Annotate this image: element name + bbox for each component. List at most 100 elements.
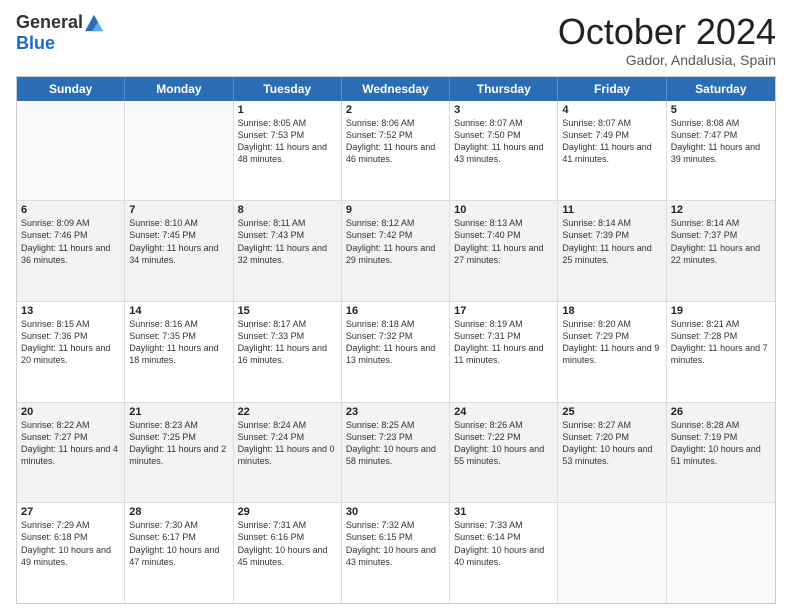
day-number: 18 xyxy=(562,305,661,317)
day-number: 2 xyxy=(346,104,445,116)
table-row: 29 Sunrise: 7:31 AMSunset: 6:16 PMDayligh… xyxy=(234,503,342,603)
page: General Blue October 2024 Gador, Andalus… xyxy=(0,0,792,612)
calendar: Sunday Monday Tuesday Wednesday Thursday… xyxy=(16,76,776,604)
day-number: 14 xyxy=(129,305,228,317)
cell-info: Sunrise: 8:15 AMSunset: 7:36 PMDaylight:… xyxy=(21,319,110,365)
day-number: 24 xyxy=(454,406,553,418)
table-row: 28 Sunrise: 7:30 AMSunset: 6:17 PMDayligh… xyxy=(125,503,233,603)
cell-info: Sunrise: 8:24 AMSunset: 7:24 PMDaylight:… xyxy=(238,420,335,466)
table-row: 1 Sunrise: 8:05 AMSunset: 7:53 PMDaylight… xyxy=(234,101,342,201)
day-number: 3 xyxy=(454,104,553,116)
table-row: 7 Sunrise: 8:10 AMSunset: 7:45 PMDaylight… xyxy=(125,201,233,301)
calendar-row: 20Sunrise: 8:22 AMSunset: 7:27 PMDayligh… xyxy=(17,402,775,503)
table-row: 22 Sunrise: 8:24 AMSunset: 7:24 PMDayligh… xyxy=(234,403,342,503)
day-number: 7 xyxy=(129,204,228,216)
table-row: 9 Sunrise: 8:12 AMSunset: 7:42 PMDaylight… xyxy=(342,201,450,301)
calendar-row: 1 Sunrise: 8:05 AMSunset: 7:53 PMDaylight… xyxy=(17,101,775,201)
cell-info: Sunrise: 7:30 AMSunset: 6:17 PMDaylight:… xyxy=(129,520,219,566)
table-row: 6Sunrise: 8:09 AMSunset: 7:46 PMDaylight… xyxy=(17,201,125,301)
cell-info: Sunrise: 8:12 AMSunset: 7:42 PMDaylight:… xyxy=(346,218,435,264)
calendar-row: 13 Sunrise: 8:15 AMSunset: 7:36 PMDayligh… xyxy=(17,301,775,402)
title-area: October 2024 Gador, Andalusia, Spain xyxy=(558,12,776,68)
cell-info: Sunrise: 8:22 AMSunset: 7:27 PMDaylight:… xyxy=(21,420,118,466)
cell-info: Sunrise: 8:26 AMSunset: 7:22 PMDaylight:… xyxy=(454,420,544,466)
day-number: 6 xyxy=(21,204,120,216)
header-saturday: Saturday xyxy=(667,77,775,101)
day-number: 13 xyxy=(21,305,120,317)
cell-info: Sunrise: 8:05 AMSunset: 7:53 PMDaylight:… xyxy=(238,118,327,164)
day-number: 15 xyxy=(238,305,337,317)
day-number: 17 xyxy=(454,305,553,317)
day-number: 31 xyxy=(454,506,553,518)
day-number: 28 xyxy=(129,506,228,518)
table-row: 14 Sunrise: 8:16 AMSunset: 7:35 PMDayligh… xyxy=(125,302,233,402)
cell-info: Sunrise: 8:10 AMSunset: 7:45 PMDaylight:… xyxy=(129,218,218,264)
day-number: 22 xyxy=(238,406,337,418)
cell-info: Sunrise: 7:32 AMSunset: 6:15 PMDaylight:… xyxy=(346,520,436,566)
logo-blue-text: Blue xyxy=(16,33,55,54)
table-row: 8 Sunrise: 8:11 AMSunset: 7:43 PMDaylight… xyxy=(234,201,342,301)
table-row: 2 Sunrise: 8:06 AMSunset: 7:52 PMDaylight… xyxy=(342,101,450,201)
table-row: 30Sunrise: 7:32 AMSunset: 6:15 PMDayligh… xyxy=(342,503,450,603)
day-number: 25 xyxy=(562,406,661,418)
table-row: 3 Sunrise: 8:07 AMSunset: 7:50 PMDaylight… xyxy=(450,101,558,201)
cell-info: Sunrise: 8:07 AMSunset: 7:49 PMDaylight:… xyxy=(562,118,651,164)
table-row: 20Sunrise: 8:22 AMSunset: 7:27 PMDayligh… xyxy=(17,403,125,503)
cell-info: Sunrise: 8:07 AMSunset: 7:50 PMDaylight:… xyxy=(454,118,543,164)
day-number: 12 xyxy=(671,204,771,216)
day-number: 19 xyxy=(671,305,771,317)
day-number: 26 xyxy=(671,406,771,418)
cell-info: Sunrise: 8:21 AMSunset: 7:28 PMDaylight:… xyxy=(671,319,768,365)
table-row: 16 Sunrise: 8:18 AMSunset: 7:32 PMDayligh… xyxy=(342,302,450,402)
header-friday: Friday xyxy=(558,77,666,101)
cell-info: Sunrise: 8:14 AMSunset: 7:39 PMDaylight:… xyxy=(562,218,651,264)
header-thursday: Thursday xyxy=(450,77,558,101)
cell-info: Sunrise: 8:20 AMSunset: 7:29 PMDaylight:… xyxy=(562,319,659,365)
day-number: 4 xyxy=(562,104,661,116)
calendar-row: 27Sunrise: 7:29 AMSunset: 6:18 PMDayligh… xyxy=(17,502,775,603)
table-row: 5Sunrise: 8:08 AMSunset: 7:47 PMDaylight… xyxy=(667,101,775,201)
cell-info: Sunrise: 8:25 AMSunset: 7:23 PMDaylight:… xyxy=(346,420,436,466)
cell-info: Sunrise: 8:18 AMSunset: 7:32 PMDaylight:… xyxy=(346,319,435,365)
table-row: 21Sunrise: 8:23 AMSunset: 7:25 PMDayligh… xyxy=(125,403,233,503)
table-row: 15 Sunrise: 8:17 AMSunset: 7:33 PMDayligh… xyxy=(234,302,342,402)
cell-info: Sunrise: 8:19 AMSunset: 7:31 PMDaylight:… xyxy=(454,319,543,365)
logo-general-text: General xyxy=(16,12,83,33)
day-number: 29 xyxy=(238,506,337,518)
day-number: 27 xyxy=(21,506,120,518)
header: General Blue October 2024 Gador, Andalus… xyxy=(16,12,776,68)
table-row: 12Sunrise: 8:14 AMSunset: 7:37 PMDayligh… xyxy=(667,201,775,301)
table-row: 10Sunrise: 8:13 AMSunset: 7:40 PMDayligh… xyxy=(450,201,558,301)
cell-info: Sunrise: 7:31 AMSunset: 6:16 PMDaylight:… xyxy=(238,520,328,566)
table-row: 11Sunrise: 8:14 AMSunset: 7:39 PMDayligh… xyxy=(558,201,666,301)
table-row: 24 Sunrise: 8:26 AMSunset: 7:22 PMDayligh… xyxy=(450,403,558,503)
day-number: 9 xyxy=(346,204,445,216)
cell-info: Sunrise: 8:23 AMSunset: 7:25 PMDaylight:… xyxy=(129,420,226,466)
table-row: 4 Sunrise: 8:07 AMSunset: 7:49 PMDaylight… xyxy=(558,101,666,201)
cell-info: Sunrise: 8:06 AMSunset: 7:52 PMDaylight:… xyxy=(346,118,435,164)
table-row: 26 Sunrise: 8:28 AMSunset: 7:19 PMDayligh… xyxy=(667,403,775,503)
cell-info: Sunrise: 8:17 AMSunset: 7:33 PMDaylight:… xyxy=(238,319,327,365)
table-row: 23Sunrise: 8:25 AMSunset: 7:23 PMDayligh… xyxy=(342,403,450,503)
day-number: 1 xyxy=(238,104,337,116)
header-tuesday: Tuesday xyxy=(234,77,342,101)
table-row: 17 Sunrise: 8:19 AMSunset: 7:31 PMDayligh… xyxy=(450,302,558,402)
table-row: 27Sunrise: 7:29 AMSunset: 6:18 PMDayligh… xyxy=(17,503,125,603)
cell-info: Sunrise: 8:16 AMSunset: 7:35 PMDaylight:… xyxy=(129,319,218,365)
calendar-row: 6Sunrise: 8:09 AMSunset: 7:46 PMDaylight… xyxy=(17,200,775,301)
table-row: 18 Sunrise: 8:20 AMSunset: 7:29 PMDayligh… xyxy=(558,302,666,402)
cell-info: Sunrise: 8:11 AMSunset: 7:43 PMDaylight:… xyxy=(238,218,327,264)
cell-info: Sunrise: 8:28 AMSunset: 7:19 PMDaylight:… xyxy=(671,420,761,466)
cell-info: Sunrise: 8:27 AMSunset: 7:20 PMDaylight:… xyxy=(562,420,652,466)
cell-info: Sunrise: 8:13 AMSunset: 7:40 PMDaylight:… xyxy=(454,218,543,264)
table-row xyxy=(125,101,233,201)
day-number: 16 xyxy=(346,305,445,317)
table-row: 13 Sunrise: 8:15 AMSunset: 7:36 PMDayligh… xyxy=(17,302,125,402)
table-row xyxy=(17,101,125,201)
day-number: 5 xyxy=(671,104,771,116)
header-monday: Monday xyxy=(125,77,233,101)
logo: General Blue xyxy=(16,12,103,54)
location-subtitle: Gador, Andalusia, Spain xyxy=(558,52,776,68)
day-number: 8 xyxy=(238,204,337,216)
table-row: 19 Sunrise: 8:21 AMSunset: 7:28 PMDayligh… xyxy=(667,302,775,402)
